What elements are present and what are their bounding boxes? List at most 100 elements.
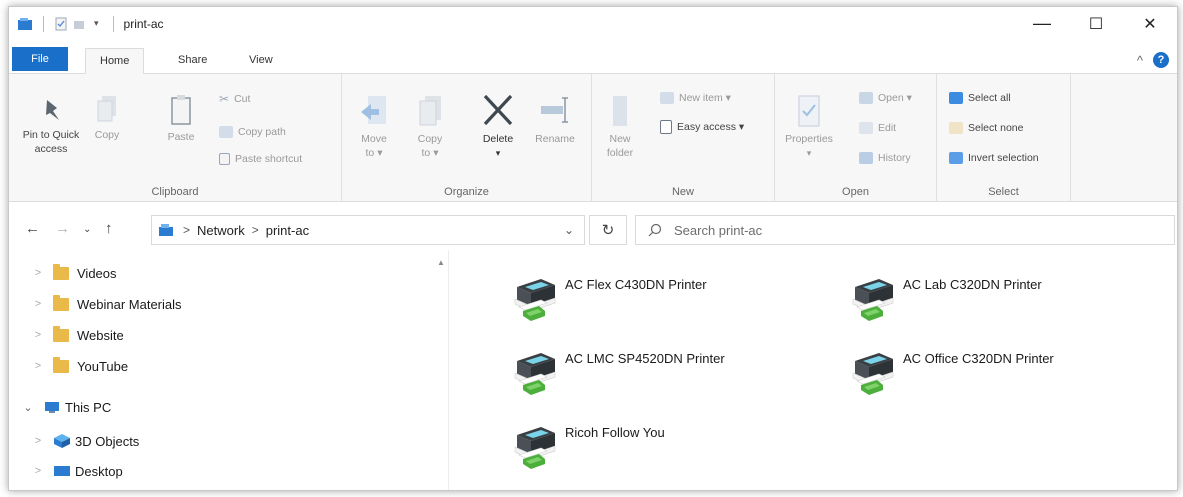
cut-icon: ✂ <box>219 92 230 106</box>
folder-icon <box>53 263 69 280</box>
history-button[interactable]: History <box>859 152 911 164</box>
properties-button[interactable]: Properties ▾ <box>781 94 837 160</box>
tab-home[interactable]: Home <box>85 48 145 75</box>
easy-access-icon <box>660 120 672 134</box>
ribbon-controls: ^ ? <box>1137 52 1169 68</box>
tree-item-this-pc[interactable]: ⌄ This PC <box>21 393 111 421</box>
printer-icon <box>514 278 556 322</box>
copy-to-label-line1: Copy <box>417 133 443 145</box>
move-to-label-line1: Move <box>361 133 387 145</box>
refresh-icon: ↻ <box>601 222 615 239</box>
rename-icon <box>541 97 568 123</box>
maximize-button[interactable]: ☐ <box>1069 7 1123 40</box>
expand-chevron-icon[interactable]: > <box>31 298 45 310</box>
recent-locations-chevron-icon[interactable]: ⌄ <box>83 224 91 235</box>
pin-label-line1: Pin to Quick <box>22 129 80 141</box>
delete-x-icon <box>483 94 513 126</box>
printer-item[interactable]: AC Office C320DN Printer <box>849 347 1054 397</box>
new-folder-button[interactable]: New folder <box>602 94 638 160</box>
invert-selection-label: Invert selection <box>968 152 1039 164</box>
printer-item[interactable]: AC LMC SP4520DN Printer <box>511 347 725 397</box>
copy-to-label-line2: to ▾ <box>421 147 439 159</box>
copy-path-button[interactable]: Copy path <box>219 126 286 138</box>
move-to-icon <box>361 96 386 124</box>
tree-item-youtube[interactable]: > YouTube <box>31 352 128 380</box>
paste-shortcut-button[interactable]: Paste shortcut <box>219 153 302 165</box>
address-bar[interactable]: > Network > print-ac ⌄ <box>151 215 585 245</box>
cut-label: Cut <box>234 93 251 105</box>
copy-button[interactable]: Copy <box>89 94 125 142</box>
tree-item-3d-objects[interactable]: > 3D Objects <box>31 427 140 455</box>
expand-chevron-icon[interactable]: > <box>31 267 45 279</box>
tree-item-website[interactable]: > Website <box>31 321 124 349</box>
select-group-label: Select <box>988 186 1019 198</box>
breadcrumb-print-ac[interactable]: print-ac <box>266 223 309 238</box>
tree-item-label: Videos <box>77 265 117 281</box>
printer-item[interactable]: Ricoh Follow You <box>511 421 665 471</box>
folder-icon <box>53 294 69 311</box>
address-dropdown-chevron-icon[interactable]: ⌄ <box>564 223 574 237</box>
expand-chevron-icon[interactable]: > <box>31 360 45 372</box>
tab-share[interactable]: Share <box>164 48 221 74</box>
easy-access-button[interactable]: Easy access ▾ <box>660 120 744 134</box>
paste-button[interactable]: Paste <box>161 94 201 144</box>
help-icon[interactable]: ? <box>1153 52 1169 68</box>
refresh-button[interactable]: ↻ <box>589 215 627 245</box>
new-item-button[interactable]: New item ▾ <box>660 92 731 104</box>
tab-view[interactable]: View <box>235 48 287 74</box>
invert-selection-button[interactable]: Invert selection <box>949 152 1039 164</box>
breadcrumb-network[interactable]: Network <box>197 223 245 238</box>
tree-item-label: Desktop <box>75 463 123 479</box>
tree-item-desktop[interactable]: > Desktop <box>31 457 123 485</box>
select-none-button[interactable]: Select none <box>949 122 1023 134</box>
open-group-label: Open <box>842 186 869 198</box>
folder-icon <box>53 356 69 373</box>
printer-item[interactable]: AC Flex C430DN Printer <box>511 273 707 323</box>
open-button[interactable]: Open ▾ <box>859 92 912 104</box>
new-folder-icon[interactable] <box>72 17 86 31</box>
tree-item-videos[interactable]: > Videos <box>31 259 117 287</box>
printer-icon <box>852 278 894 322</box>
tree-item-label: Website <box>77 327 124 343</box>
copy-path-icon <box>219 126 233 138</box>
open-label: Open ▾ <box>878 92 912 104</box>
expand-chevron-icon[interactable]: > <box>31 329 45 341</box>
paste-shortcut-icon <box>219 153 230 165</box>
scroll-up-arrow-icon[interactable]: ▲ <box>437 258 445 267</box>
paste-icon <box>171 95 191 125</box>
copy-to-icon <box>419 96 441 126</box>
search-input[interactable]: Search print-ac <box>674 223 762 238</box>
expand-chevron-icon[interactable]: > <box>31 435 45 447</box>
customize-toolbar-chevron-icon[interactable]: ▾ <box>94 18 99 29</box>
printer-icon <box>514 352 556 396</box>
printer-item[interactable]: AC Lab C320DN Printer <box>849 273 1042 323</box>
copy-label: Copy <box>94 129 120 141</box>
delete-button[interactable]: Delete ▾ <box>477 92 519 160</box>
minimize-button[interactable]: — <box>1015 7 1069 40</box>
delete-label: Delete <box>482 133 514 145</box>
select-all-button[interactable]: Select all <box>949 92 1011 104</box>
cut-button[interactable]: ✂ Cut <box>219 92 250 106</box>
expand-chevron-icon[interactable]: > <box>31 465 45 477</box>
collapse-ribbon-chevron-icon[interactable]: ^ <box>1137 53 1143 68</box>
up-arrow-icon[interactable]: ↑ <box>105 220 113 237</box>
close-button[interactable]: ✕ <box>1123 7 1177 40</box>
new-folder-label-line2: folder <box>606 147 634 159</box>
printer-icon <box>514 426 556 470</box>
collapse-chevron-icon[interactable]: ⌄ <box>21 401 35 414</box>
search-icon <box>648 223 662 237</box>
pin-quick-access-button[interactable]: Pin to Quick access <box>17 94 85 156</box>
tab-file[interactable]: File <box>12 47 68 71</box>
back-arrow-icon[interactable]: ← <box>25 220 40 237</box>
search-box[interactable]: Search print-ac <box>635 215 1175 245</box>
tree-item-webinar-materials[interactable]: > Webinar Materials <box>31 290 182 318</box>
edit-button[interactable]: Edit <box>859 122 896 134</box>
tree-item-label: 3D Objects <box>75 433 140 449</box>
forward-arrow-icon[interactable]: → <box>55 220 70 237</box>
move-to-button[interactable]: Move to ▾ <box>356 94 392 160</box>
new-group: New folder New item ▾ Easy access ▾ New <box>592 74 775 202</box>
copy-to-button[interactable]: Copy to ▾ <box>412 94 448 160</box>
properties-icon[interactable] <box>54 17 68 31</box>
quick-access-toolbar: ▾ print-ac <box>9 15 164 32</box>
rename-button[interactable]: Rename <box>529 92 581 146</box>
